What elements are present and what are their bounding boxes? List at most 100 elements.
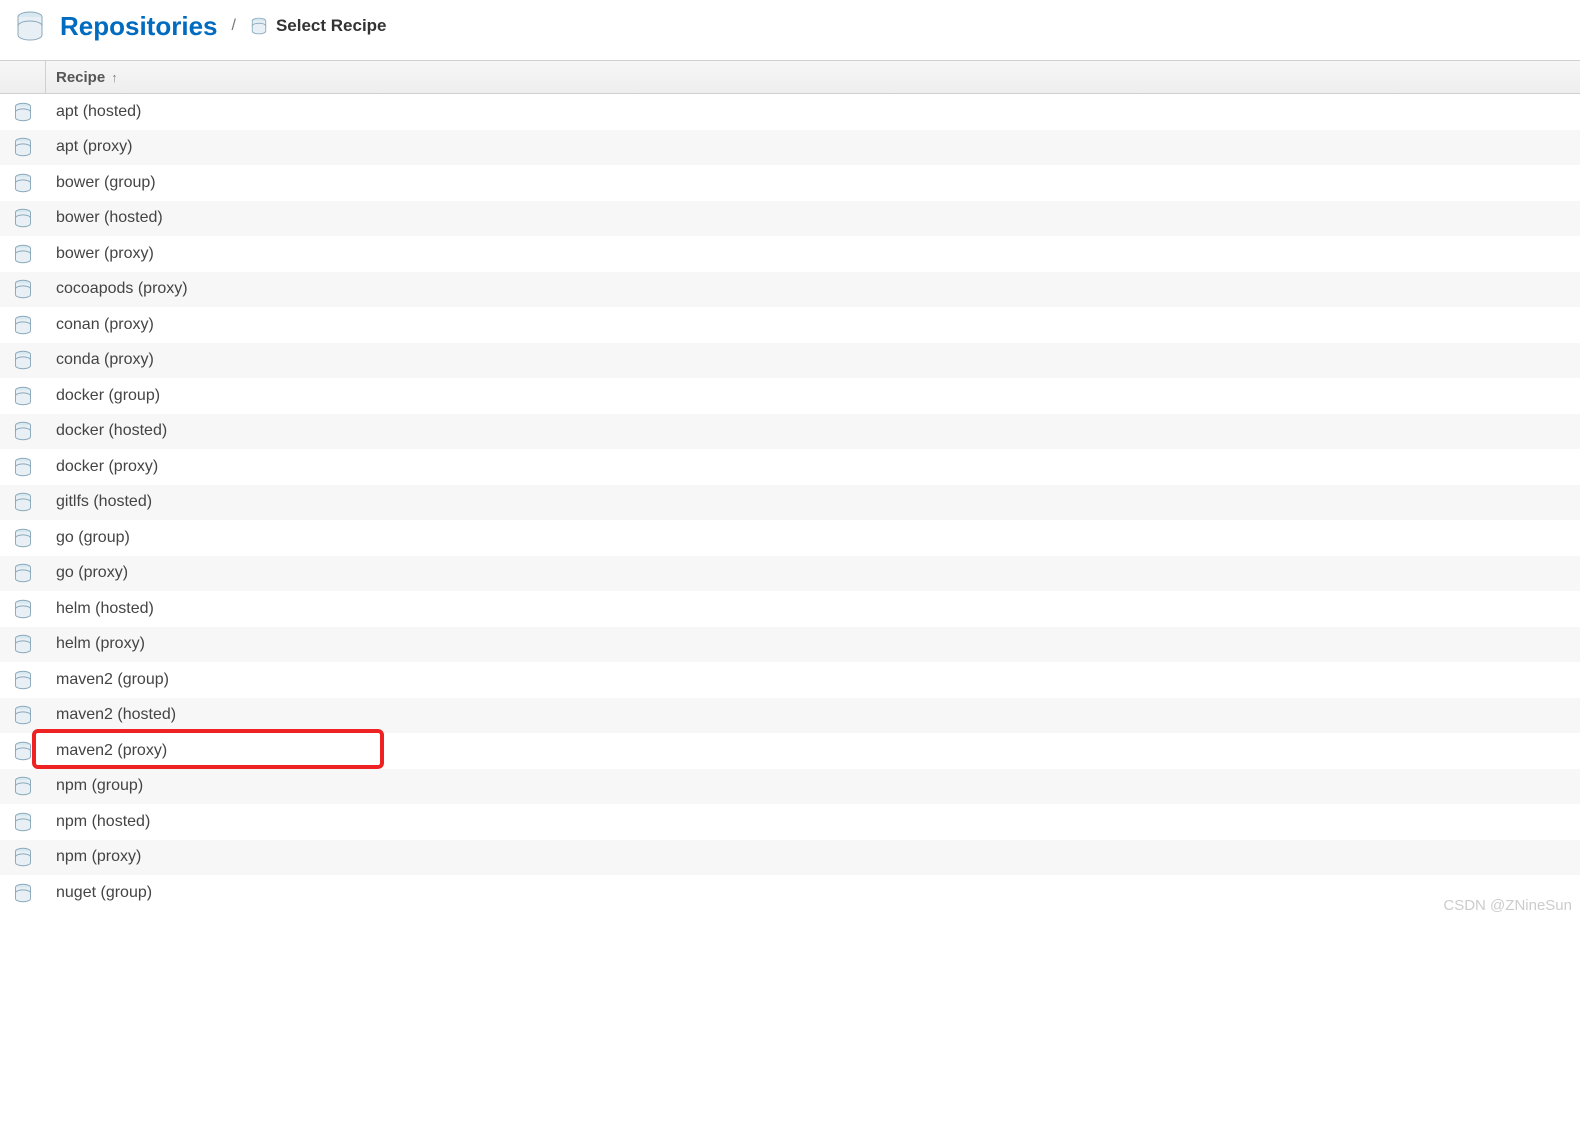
- row-icon-cell: [0, 599, 46, 619]
- breadcrumb-current-label: Select Recipe: [276, 16, 387, 36]
- recipe-name: npm (hosted): [46, 813, 150, 831]
- database-icon: [13, 599, 33, 619]
- row-icon-cell: [0, 279, 46, 299]
- table-row[interactable]: nuget (group): [0, 875, 1580, 911]
- column-header-label: Recipe: [56, 69, 105, 86]
- table-header: Recipe ↑: [0, 60, 1580, 94]
- table-row[interactable]: conan (proxy): [0, 307, 1580, 343]
- recipe-name: go (proxy): [46, 564, 128, 582]
- recipe-name: apt (proxy): [46, 138, 132, 156]
- row-icon-cell: [0, 528, 46, 548]
- row-icon-cell: [0, 137, 46, 157]
- row-icon-cell: [0, 563, 46, 583]
- database-icon: [13, 741, 33, 761]
- recipe-name: docker (group): [46, 387, 160, 405]
- row-icon-cell: [0, 457, 46, 477]
- table-row[interactable]: npm (proxy): [0, 840, 1580, 876]
- row-icon-cell: [0, 386, 46, 406]
- recipe-name: maven2 (hosted): [46, 706, 176, 724]
- recipe-name: helm (hosted): [46, 600, 154, 618]
- recipe-name: docker (proxy): [46, 458, 158, 476]
- recipe-name: maven2 (group): [46, 671, 169, 689]
- table-row[interactable]: npm (group): [0, 769, 1580, 805]
- recipe-name: bower (group): [46, 174, 156, 192]
- row-icon-cell: [0, 315, 46, 335]
- database-icon: [13, 386, 33, 406]
- row-icon-cell: [0, 705, 46, 725]
- database-icon: [13, 244, 33, 264]
- table-row[interactable]: maven2 (group): [0, 662, 1580, 698]
- recipe-name: npm (group): [46, 777, 143, 795]
- row-icon-cell: [0, 102, 46, 122]
- table-row[interactable]: gitlfs (hosted): [0, 485, 1580, 521]
- database-icon: [13, 421, 33, 441]
- database-icon: [13, 173, 33, 193]
- database-icon: [250, 17, 268, 35]
- recipe-table-body: apt (hosted) apt (proxy) bower (group) b…: [0, 94, 1580, 911]
- database-icon: [13, 350, 33, 370]
- breadcrumb-current: Select Recipe: [250, 16, 387, 36]
- database-icon: [13, 883, 33, 903]
- row-icon-cell: [0, 634, 46, 654]
- recipe-name: bower (hosted): [46, 209, 163, 227]
- table-row[interactable]: docker (proxy): [0, 449, 1580, 485]
- database-icon: [13, 634, 33, 654]
- table-row[interactable]: cocoapods (proxy): [0, 272, 1580, 308]
- recipe-column-header[interactable]: Recipe ↑: [46, 69, 118, 86]
- row-icon-cell: [0, 847, 46, 867]
- recipe-name: cocoapods (proxy): [46, 280, 188, 298]
- recipe-name: conda (proxy): [46, 351, 154, 369]
- table-row[interactable]: apt (proxy): [0, 130, 1580, 166]
- table-row[interactable]: go (proxy): [0, 556, 1580, 592]
- recipe-name: npm (proxy): [46, 848, 141, 866]
- database-icon: [13, 847, 33, 867]
- table-row[interactable]: bower (proxy): [0, 236, 1580, 272]
- database-icon: [13, 528, 33, 548]
- repositories-link[interactable]: Repositories: [60, 11, 218, 42]
- recipe-name: bower (proxy): [46, 245, 154, 263]
- highlight-annotation: [32, 729, 384, 769]
- sort-ascending-icon: ↑: [111, 70, 118, 85]
- table-row[interactable]: helm (proxy): [0, 627, 1580, 663]
- recipe-name: nuget (group): [46, 884, 152, 902]
- database-icon: [13, 457, 33, 477]
- table-row[interactable]: apt (hosted): [0, 94, 1580, 130]
- database-icon: [13, 705, 33, 725]
- table-row[interactable]: bower (hosted): [0, 201, 1580, 237]
- row-icon-cell: [0, 492, 46, 512]
- breadcrumb-separator: /: [232, 17, 236, 35]
- database-icon: [13, 102, 33, 122]
- watermark: CSDN @ZNineSun: [1443, 897, 1572, 914]
- database-icon: [13, 315, 33, 335]
- row-icon-cell: [0, 244, 46, 264]
- database-icon: [13, 137, 33, 157]
- row-icon-cell: [0, 883, 46, 903]
- table-row[interactable]: go (group): [0, 520, 1580, 556]
- table-row[interactable]: bower (group): [0, 165, 1580, 201]
- row-icon-cell: [0, 776, 46, 796]
- table-row[interactable]: maven2 (hosted): [0, 698, 1580, 734]
- table-row[interactable]: docker (hosted): [0, 414, 1580, 450]
- database-icon: [13, 279, 33, 299]
- recipe-name: helm (proxy): [46, 635, 145, 653]
- database-icon: [13, 776, 33, 796]
- row-icon-cell: [0, 173, 46, 193]
- table-row[interactable]: helm (hosted): [0, 591, 1580, 627]
- table-row[interactable]: npm (hosted): [0, 804, 1580, 840]
- database-icon: [14, 10, 46, 42]
- table-row[interactable]: conda (proxy): [0, 343, 1580, 379]
- recipe-name: conan (proxy): [46, 316, 154, 334]
- table-row[interactable]: docker (group): [0, 378, 1580, 414]
- recipe-name: apt (hosted): [46, 103, 141, 121]
- database-icon: [13, 492, 33, 512]
- icon-column-header: [0, 61, 46, 93]
- recipe-name: gitlfs (hosted): [46, 493, 152, 511]
- database-icon: [13, 812, 33, 832]
- database-icon: [13, 208, 33, 228]
- row-icon-cell: [0, 350, 46, 370]
- row-icon-cell: [0, 812, 46, 832]
- database-icon: [13, 563, 33, 583]
- page-header: Repositories / Select Recipe: [0, 0, 1580, 60]
- recipe-name: go (group): [46, 529, 130, 547]
- row-icon-cell: [0, 670, 46, 690]
